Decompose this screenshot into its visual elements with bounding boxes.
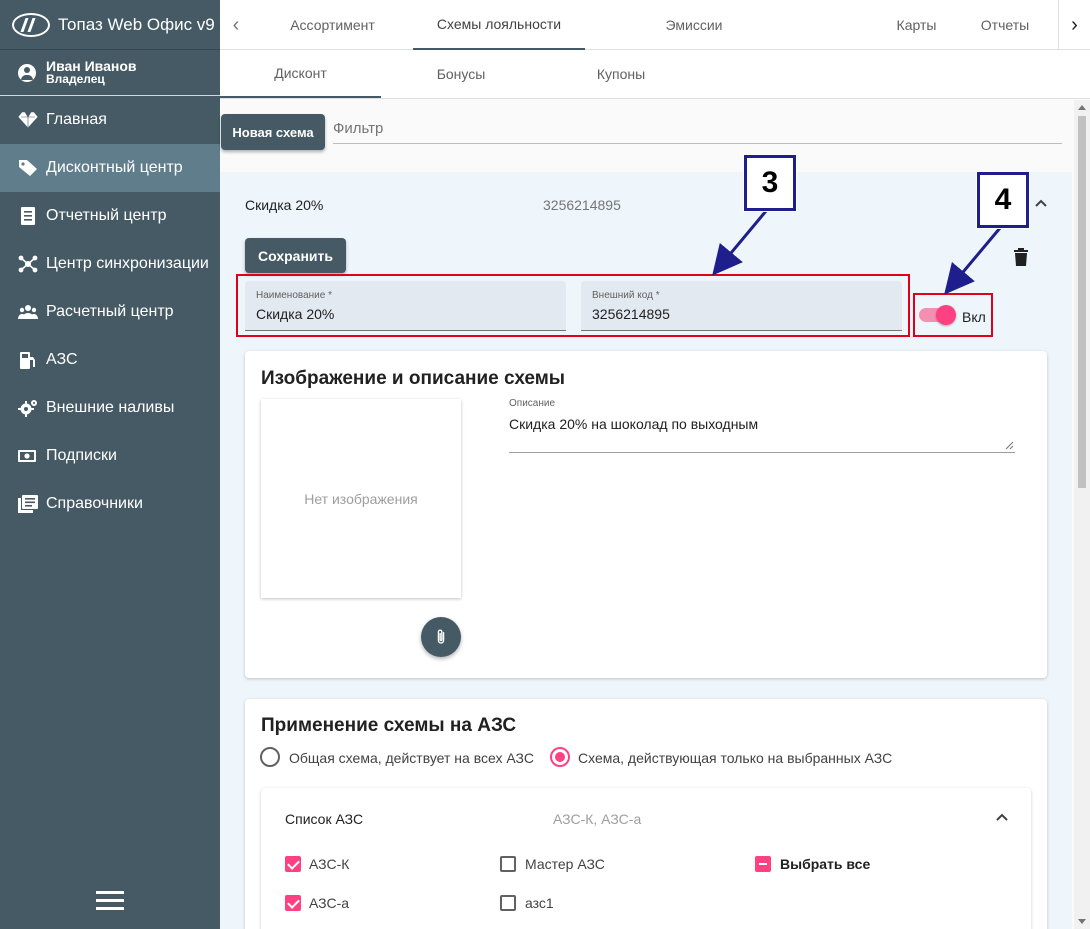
description-underline: [509, 452, 1015, 453]
app-title: Топаз Web Офис v9: [58, 14, 215, 34]
sidebar-item-report-center[interactable]: Отчетный центр: [0, 192, 220, 240]
sidebar-item-external-fills[interactable]: Внешние наливы: [0, 384, 220, 432]
paperclip-icon: [437, 629, 445, 644]
sync-hub-icon: [18, 255, 38, 273]
sidebar-item-subscriptions[interactable]: Подписки: [0, 432, 220, 480]
image-placeholder[interactable]: Нет изображения: [261, 399, 461, 598]
top-tabs: ‹ Ассортимент Схемы лояльности Эмиссии К…: [220, 0, 1090, 50]
chevron-left-icon[interactable]: ‹: [220, 0, 252, 50]
sidebar-item-label: Подписки: [46, 447, 117, 464]
sidebar-item-discount-center[interactable]: Дисконтный центр: [0, 144, 220, 192]
save-button[interactable]: Сохранить: [245, 238, 346, 273]
annotation-highlight-toggle: [913, 293, 993, 337]
annotation-callout-3: 3: [744, 155, 796, 211]
scroll-up-icon[interactable]: [1078, 105, 1086, 110]
tab-loyalty-schemes[interactable]: Схемы лояльности: [413, 0, 585, 50]
radio-all-stations-label: Общая схема, действует на всех АЗС: [289, 750, 534, 766]
station-checkbox-azs1[interactable]: [500, 895, 516, 911]
subtab-discount[interactable]: Дисконт: [220, 50, 381, 98]
money-icon: [18, 447, 38, 465]
scrollbar[interactable]: [1074, 100, 1090, 929]
radio-all-stations[interactable]: [260, 747, 280, 767]
annotation-callout-4: 4: [977, 172, 1029, 228]
gear-icon: [18, 399, 38, 417]
image-card-title: Изображение и описание схемы: [261, 368, 566, 389]
description-textarea[interactable]: Скидка 20% на шоколад по выходным: [509, 416, 758, 432]
fuel-station-icon: [18, 351, 38, 369]
sidebar-item-label: Расчетный центр: [46, 303, 174, 320]
sidebar: Топаз Web Офис v9 Иван Иванов Владелец Г…: [0, 0, 220, 929]
sidebar-item-label: Внешние наливы: [46, 399, 175, 416]
resize-grip-icon[interactable]: [1005, 441, 1014, 450]
station-label: АЗС-а: [309, 895, 350, 911]
station-label: Мастер АЗС: [525, 856, 605, 872]
new-scheme-button[interactable]: Новая схема: [221, 114, 325, 150]
sidebar-item-label: Отчетный центр: [46, 207, 167, 224]
station-label: АЗС-К: [309, 856, 350, 872]
tab-reports[interactable]: Отчеты: [955, 0, 1055, 50]
scheme-code: 3256214895: [543, 197, 621, 213]
station-list-summary: АЗС-К, АЗС-а: [553, 811, 642, 827]
scheme-name[interactable]: Скидка 20%: [245, 197, 323, 213]
scroll-down-icon[interactable]: [1078, 919, 1086, 924]
sidebar-item-label: АЗС: [46, 351, 78, 368]
diamond-icon: [18, 111, 38, 129]
station-checkbox-master-azs[interactable]: [500, 856, 516, 872]
topaz-logo-icon: [12, 12, 50, 37]
sidebar-item-label: Главная: [46, 111, 107, 128]
report-icon: [18, 207, 38, 225]
user-role: Владелец: [46, 72, 105, 86]
sidebar-item-directories[interactable]: Справочники: [0, 480, 220, 528]
image-description-card: Изображение и описание схемы Нет изображ…: [245, 351, 1047, 678]
sub-tabs: Дисконт Бонусы Купоны: [220, 50, 1090, 99]
sidebar-item-label: Дисконтный центр: [46, 159, 183, 176]
app-header: Топаз Web Офис v9: [0, 0, 220, 50]
user-name: Иван Иванов: [46, 58, 137, 74]
scroll-thumb[interactable]: [1078, 116, 1086, 488]
user-profile[interactable]: Иван Иванов Владелец: [0, 50, 220, 96]
sidebar-item-settlement-center[interactable]: Расчетный центр: [0, 288, 220, 336]
select-all-label: Выбрать все: [780, 856, 871, 872]
main-content: ‹ Ассортимент Схемы лояльности Эмиссии К…: [220, 0, 1090, 929]
radio-selected-stations-label: Схема, действующая только на выбранных А…: [578, 750, 893, 766]
sidebar-item-sync-center[interactable]: Центр синхронизации: [0, 240, 220, 288]
description-label: Описание: [509, 398, 556, 409]
attach-button[interactable]: [421, 617, 461, 657]
filter-input[interactable]: Фильтр: [333, 114, 1062, 144]
chevron-right-icon[interactable]: ›: [1058, 0, 1090, 50]
sidebar-item-label: Центр синхронизации: [46, 255, 209, 272]
station-checkbox-azs-a[interactable]: [285, 895, 301, 911]
select-all-checkbox[interactable]: [755, 856, 771, 872]
subtab-coupons[interactable]: Купоны: [541, 50, 701, 98]
stations-card-title: Применение схемы на АЗС: [261, 715, 517, 736]
tab-emissions[interactable]: Эмиссии: [585, 0, 803, 50]
account-icon: [18, 63, 36, 82]
stations-card: Применение схемы на АЗС Общая схема, дей…: [245, 699, 1047, 929]
library-icon: [18, 495, 38, 513]
menu-icon[interactable]: [96, 891, 124, 911]
people-icon: [18, 303, 38, 321]
tab-assortment[interactable]: Ассортимент: [252, 0, 413, 50]
sidebar-item-home[interactable]: Главная: [0, 96, 220, 144]
radio-selected-stations[interactable]: [550, 747, 570, 767]
chevron-up-icon[interactable]: [1034, 196, 1048, 210]
subtab-bonuses[interactable]: Бонусы: [381, 50, 541, 98]
station-list-title[interactable]: Список АЗС: [285, 811, 363, 827]
chevron-up-icon[interactable]: [995, 810, 1009, 824]
tag-icon: [18, 159, 38, 177]
annotation-highlight-fields: [236, 274, 910, 337]
station-list-panel: Список АЗС АЗС-К, АЗС-а АЗС-К Мастер АЗС…: [261, 788, 1031, 929]
sidebar-item-fuel-stations[interactable]: АЗС: [0, 336, 220, 384]
delete-icon[interactable]: [1013, 248, 1029, 266]
station-checkbox-azs-k[interactable]: [285, 856, 301, 872]
sidebar-item-label: Справочники: [46, 495, 143, 512]
station-label: азс1: [525, 895, 554, 911]
toolbar: Новая схема Фильтр: [220, 100, 1072, 170]
